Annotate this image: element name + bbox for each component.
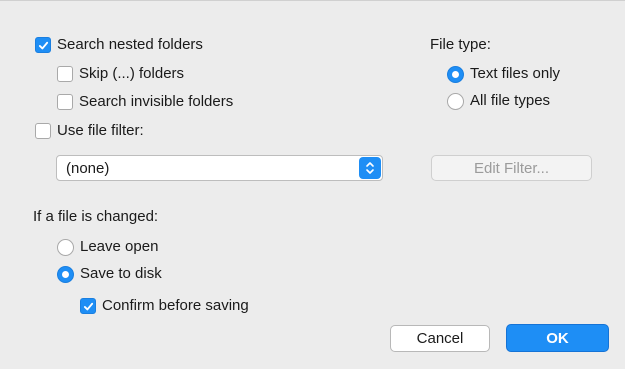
file-type-heading: File type: <box>430 36 491 54</box>
file-filter-select[interactable]: (none) <box>56 155 383 181</box>
confirm-before-saving-option[interactable]: Confirm before saving <box>80 297 249 315</box>
confirm-before-saving-checkbox[interactable] <box>80 298 96 314</box>
search-nested-folders-option[interactable]: Search nested folders <box>35 36 203 54</box>
checkmark-icon <box>83 302 93 310</box>
window-top-edge <box>0 0 625 1</box>
save-to-disk-option[interactable]: Save to disk <box>57 265 162 283</box>
leave-open-label: Leave open <box>80 238 159 255</box>
leave-open-option[interactable]: Leave open <box>57 238 158 256</box>
search-invisible-folders-checkbox[interactable] <box>57 94 73 110</box>
save-to-disk-label: Save to disk <box>80 265 162 282</box>
skip-folders-option[interactable]: Skip (...) folders <box>57 65 184 83</box>
if-file-changed-heading: If a file is changed: <box>33 208 158 226</box>
cancel-button-label: Cancel <box>416 330 464 347</box>
use-file-filter-checkbox[interactable] <box>35 123 51 139</box>
file-filter-select-value: (none) <box>66 159 110 177</box>
ok-button[interactable]: OK <box>506 324 609 352</box>
text-files-only-option[interactable]: Text files only <box>447 65 560 83</box>
edit-filter-button[interactable]: Edit Filter... <box>431 155 592 181</box>
all-file-types-label: All file types <box>470 92 551 109</box>
text-files-only-radio[interactable] <box>447 65 464 83</box>
file-type-heading-text: File type: <box>430 36 491 53</box>
text-files-only-label: Text files only <box>470 65 561 82</box>
search-nested-folders-label: Search nested folders <box>57 36 203 53</box>
ok-button-label: OK <box>546 329 569 347</box>
save-to-disk-radio[interactable] <box>57 265 74 283</box>
search-invisible-folders-label: Search invisible folders <box>79 93 234 110</box>
skip-folders-label: Skip (...) folders <box>79 65 185 82</box>
all-file-types-option[interactable]: All file types <box>447 92 550 110</box>
if-file-changed-heading-text: If a file is changed: <box>33 208 159 225</box>
checkmark-icon <box>38 41 48 49</box>
skip-folders-checkbox[interactable] <box>57 66 73 82</box>
updown-chevron-icon <box>359 157 381 179</box>
confirm-before-saving-label: Confirm before saving <box>102 297 249 314</box>
radio-dot <box>62 270 69 278</box>
cancel-button[interactable]: Cancel <box>390 325 490 352</box>
leave-open-radio[interactable] <box>57 238 74 256</box>
use-file-filter-label: Use file filter: <box>57 122 144 139</box>
all-file-types-radio[interactable] <box>447 92 464 110</box>
search-invisible-folders-option[interactable]: Search invisible folders <box>57 93 233 111</box>
edit-filter-button-label: Edit Filter... <box>473 159 550 177</box>
use-file-filter-option[interactable]: Use file filter: <box>35 122 144 140</box>
search-nested-folders-checkbox[interactable] <box>35 37 51 53</box>
radio-dot <box>452 70 459 78</box>
